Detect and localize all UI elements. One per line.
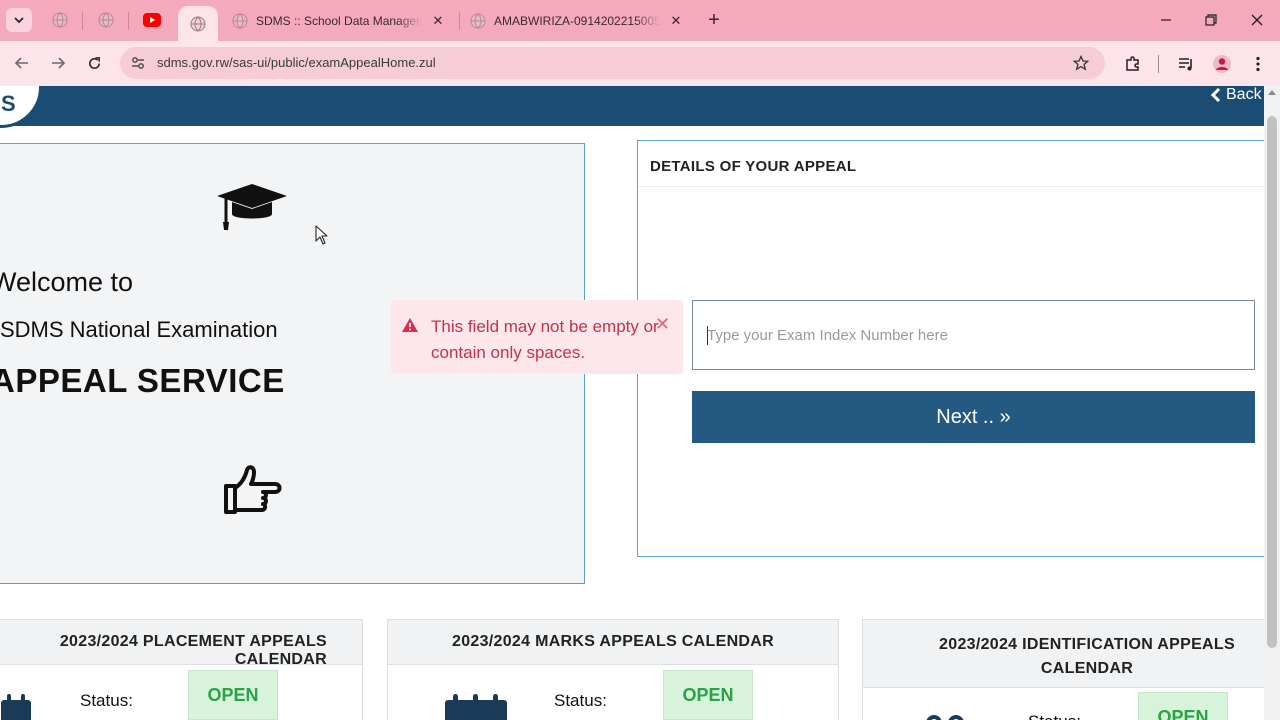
globe-icon xyxy=(190,16,206,32)
scrollbar-thumb[interactable] xyxy=(1267,116,1277,648)
globe-icon xyxy=(52,12,68,28)
pinned-tab-youtube[interactable] xyxy=(142,10,162,30)
close-tooltip-icon[interactable]: ✕ xyxy=(655,314,670,335)
tab-title: SDMS :: School Data Management System xyxy=(256,13,422,28)
calendar-status-label: Status: xyxy=(80,691,133,710)
warning-icon xyxy=(402,318,418,332)
mouse-cursor-icon xyxy=(315,225,328,245)
web-page: Back S Welcome to SDMS National Examinat… xyxy=(0,86,1280,720)
text-caret xyxy=(707,326,708,345)
tab-pdf[interactable]: AMABWIRIZA-0914202215005382.pdf ✕ xyxy=(470,6,684,35)
globe-icon xyxy=(98,12,114,28)
back-link[interactable]: Back xyxy=(1210,86,1262,104)
arrow-left-icon xyxy=(15,57,28,69)
pinned-tab-active[interactable] xyxy=(178,6,218,41)
close-icon xyxy=(1251,14,1263,26)
calendar-title: 2023/2024 MARKS APPEALS CALENDAR xyxy=(388,620,838,665)
tab-title: AMABWIRIZA-0914202215005382.pdf xyxy=(494,13,660,28)
browser-toolbar: sdms.gov.rw/sas-ui/public/examAppealHome… xyxy=(0,41,1280,86)
pointing-hand-icon xyxy=(224,465,282,514)
pinned-tab-2[interactable] xyxy=(96,10,116,30)
reload-icon xyxy=(88,56,100,69)
appeal-panel-header: DETAILS OF YOUR APPEAL xyxy=(638,141,1266,187)
placement-calendar-card: 2023/2024 PLACEMENT APPEALS CALENDAR Sta… xyxy=(0,619,363,720)
bookmark-star-icon[interactable] xyxy=(1071,53,1091,73)
minimize-button[interactable] xyxy=(1156,10,1176,30)
arrow-right-icon xyxy=(52,57,65,69)
status-badge: OPEN xyxy=(663,670,753,720)
service-title: APPEAL SERVICE xyxy=(0,362,285,399)
youtube-icon xyxy=(143,13,161,27)
header-banner: Back xyxy=(0,86,1264,126)
appeal-panel-title: DETAILS OF YOUR APPEAL xyxy=(650,158,857,175)
next-button[interactable]: Next .. » xyxy=(692,391,1255,443)
calendar-icon xyxy=(445,694,507,720)
url-text: sdms.gov.rw/sas-ui/public/examAppealHome… xyxy=(157,55,436,70)
browser-menu-button[interactable] xyxy=(1247,53,1269,75)
restore-icon xyxy=(1205,14,1217,26)
link-icon xyxy=(926,715,964,720)
calendar-status-label: Status: xyxy=(1028,712,1081,720)
status-badge: OPEN xyxy=(188,670,278,720)
validation-error-text: This field may not be empty or contain o… xyxy=(431,317,659,362)
calendar-title: 2023/2024 IDENTIFICATION APPEALS CALENDA… xyxy=(863,620,1271,688)
close-tab-icon[interactable]: ✕ xyxy=(430,13,446,29)
appeal-details-panel: DETAILS OF YOUR APPEAL Next .. » xyxy=(637,140,1267,557)
profile-button[interactable] xyxy=(1211,53,1233,75)
back-link-label: Back xyxy=(1226,86,1262,103)
pinned-tab-1[interactable] xyxy=(50,10,70,30)
screen: SDMS :: School Data Management System ✕ … xyxy=(0,0,1280,720)
tab-search-button[interactable] xyxy=(6,8,32,32)
marks-calendar-card: 2023/2024 MARKS APPEALS CALENDAR Status:… xyxy=(387,619,839,720)
site-settings-icon[interactable] xyxy=(128,53,148,73)
kebab-menu-icon xyxy=(1256,56,1260,72)
media-controls-button[interactable] xyxy=(1175,53,1197,75)
status-badge: OPEN xyxy=(1138,692,1228,720)
scroll-up-arrow-icon[interactable] xyxy=(1268,90,1276,95)
tab-sdms[interactable]: SDMS :: School Data Management System ✕ xyxy=(232,6,446,35)
welcome-heading: Welcome to xyxy=(0,267,134,297)
globe-icon xyxy=(232,13,248,29)
calendar-title: 2023/2024 PLACEMENT APPEALS CALENDAR xyxy=(0,620,362,668)
reload-button[interactable] xyxy=(83,52,105,74)
playlist-icon xyxy=(1179,58,1192,71)
chevron-left-icon xyxy=(1210,88,1221,102)
avatar-icon xyxy=(1213,55,1231,73)
close-window-button[interactable] xyxy=(1247,10,1267,30)
minimize-icon xyxy=(1161,19,1171,21)
welcome-subheading: SDMS National Examination xyxy=(0,317,278,342)
calendar-status-label: Status: xyxy=(554,691,607,710)
forward-nav-button[interactable] xyxy=(47,52,69,74)
browser-tabstrip: SDMS :: School Data Management System ✕ … xyxy=(0,0,1280,41)
exam-index-input[interactable] xyxy=(692,300,1255,370)
address-bar[interactable]: sdms.gov.rw/sas-ui/public/examAppealHome… xyxy=(120,47,1105,79)
identification-calendar-card: 2023/2024 IDENTIFICATION APPEALS CALENDA… xyxy=(862,619,1272,720)
validation-error-tooltip: This field may not be empty or contain o… xyxy=(391,300,683,374)
close-tab-icon[interactable]: ✕ xyxy=(668,13,684,29)
calendar-icon xyxy=(1,694,31,720)
back-nav-button[interactable] xyxy=(11,52,33,74)
graduation-cap-icon xyxy=(217,184,287,230)
globe-icon xyxy=(470,13,486,29)
new-tab-button[interactable]: + xyxy=(704,9,724,31)
chevron-down-icon xyxy=(14,17,24,24)
puzzle-icon xyxy=(1126,56,1139,71)
extensions-button[interactable] xyxy=(1122,53,1144,75)
restore-button[interactable] xyxy=(1201,10,1221,30)
